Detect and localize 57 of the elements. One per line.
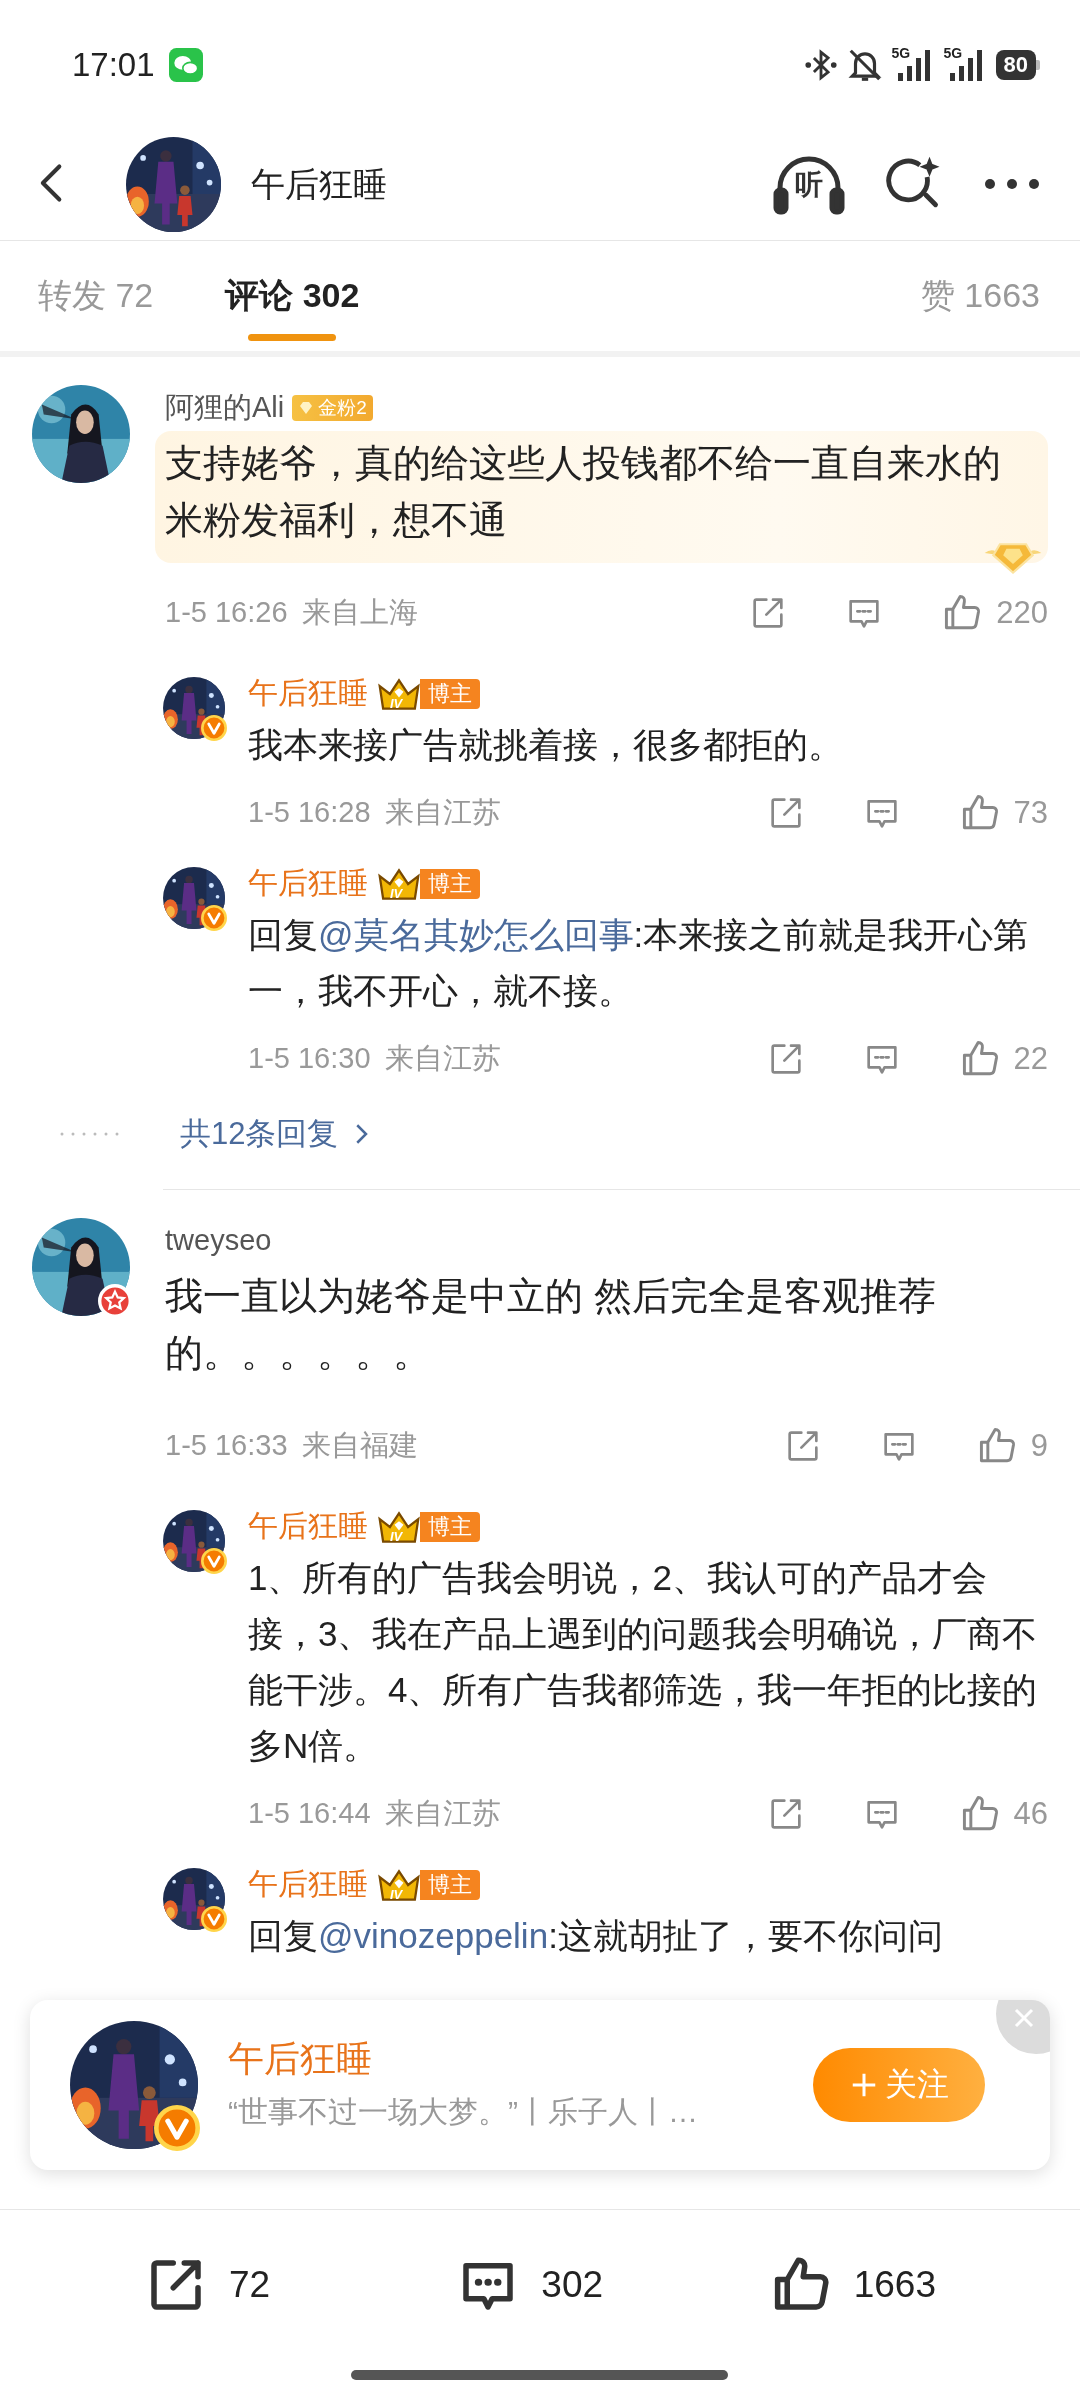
username[interactable]: 午后狂睡	[248, 1864, 368, 1906]
like-button[interactable]: 220	[940, 590, 1048, 635]
home-indicator[interactable]	[351, 2370, 728, 2381]
comment-text: 支持姥爷，真的给这些人投钱都不给一直自来水的米粉发福利，想不通	[165, 440, 1002, 543]
like-button[interactable]: 22	[957, 1036, 1048, 1081]
location-text: 来自江苏	[384, 1040, 501, 1076]
mention-link[interactable]: @vinozeppelin	[318, 1915, 549, 1955]
username[interactable]: 午后狂睡	[248, 863, 368, 905]
page-title: 午后狂睡	[251, 163, 387, 205]
fan-badge: 金粉2	[292, 394, 373, 421]
timestamp: 1-5 16:26	[165, 596, 288, 630]
bio-text: “世事不过一场大梦。”丨乐子人丨…	[228, 2094, 698, 2130]
comment-text: 回复@vinozeppelin:这就胡扯了，要不你问问	[248, 1914, 944, 1957]
comment-text: 我本来接广告就挑着接，很多都拒的。	[248, 723, 844, 766]
comment-text: 回复@莫名其妙怎么回事:本来接之前就是我开心第一，我不开心，就不接。	[248, 913, 1030, 1012]
timestamp: 1-5 16:44	[248, 1797, 371, 1831]
like-button[interactable]: 73	[957, 790, 1048, 835]
author-badge: 博主	[420, 678, 480, 709]
timestamp: 1-5 16:28	[248, 796, 371, 830]
username[interactable]: 午后狂睡	[248, 1506, 368, 1548]
likes-count[interactable]: 赞 1663	[920, 272, 1040, 319]
like-button[interactable]: 9	[974, 1423, 1048, 1468]
signal-indicator: 5G	[943, 46, 988, 83]
location-text: 来自江苏	[384, 794, 501, 830]
crown-icon: IV	[376, 1509, 422, 1544]
comment-text: 1、所有的广告我会明说，2、我认可的产品才会接，3、我在产品上遇到的问题我会明确说，厂商不能干涉。4、所有广告我都筛选，我一年拒的比接的多N倍。	[248, 1556, 1039, 1767]
chat-app-icon	[168, 47, 203, 82]
username[interactable]: 阿狸的Ali	[165, 387, 285, 428]
crown-icon: IV	[376, 676, 422, 711]
clock: 17:01	[72, 45, 155, 84]
share-button[interactable]: 72	[143, 2252, 456, 2319]
crown-icon: IV	[376, 866, 422, 901]
battery-indicator: 80	[995, 49, 1040, 80]
username[interactable]: 午后狂睡	[248, 673, 368, 715]
location-text: 来自上海	[301, 594, 418, 630]
author-badge: 博主	[420, 868, 480, 899]
tab[interactable]: 转发 72	[38, 240, 154, 351]
timestamp: 1-5 16:33	[165, 1429, 288, 1463]
mention-link[interactable]: @莫名其妙怎么回事	[318, 914, 634, 954]
username[interactable]: tweyseo	[165, 1224, 272, 1258]
username[interactable]: 午后狂睡	[228, 2037, 372, 2081]
location-text: 来自福建	[301, 1427, 418, 1463]
location-text: 来自江苏	[384, 1795, 501, 1831]
author-badge: 博主	[420, 1869, 480, 1900]
author-badge: 博主	[420, 1511, 480, 1542]
crown-icon: IV	[376, 1867, 422, 1902]
comment-text: 我一直以为姥爷是中立的 然后完全是客观推荐的。。。。。。	[165, 1273, 937, 1376]
signal-indicator: 5G	[891, 46, 936, 83]
listen-button[interactable]: 听	[772, 151, 846, 218]
bluetooth-icon	[803, 47, 838, 82]
comment-button[interactable]: 302	[455, 2252, 768, 2319]
like-button[interactable]: 1663	[767, 2252, 1080, 2319]
like-button[interactable]: 46	[957, 1791, 1048, 1836]
timestamp: 1-5 16:30	[248, 1042, 371, 1076]
follow-button[interactable]: 关注	[813, 2048, 985, 2122]
more-replies-link[interactable]: 共12条回复	[180, 1112, 377, 1155]
tab[interactable]: 评论 302	[225, 240, 360, 351]
